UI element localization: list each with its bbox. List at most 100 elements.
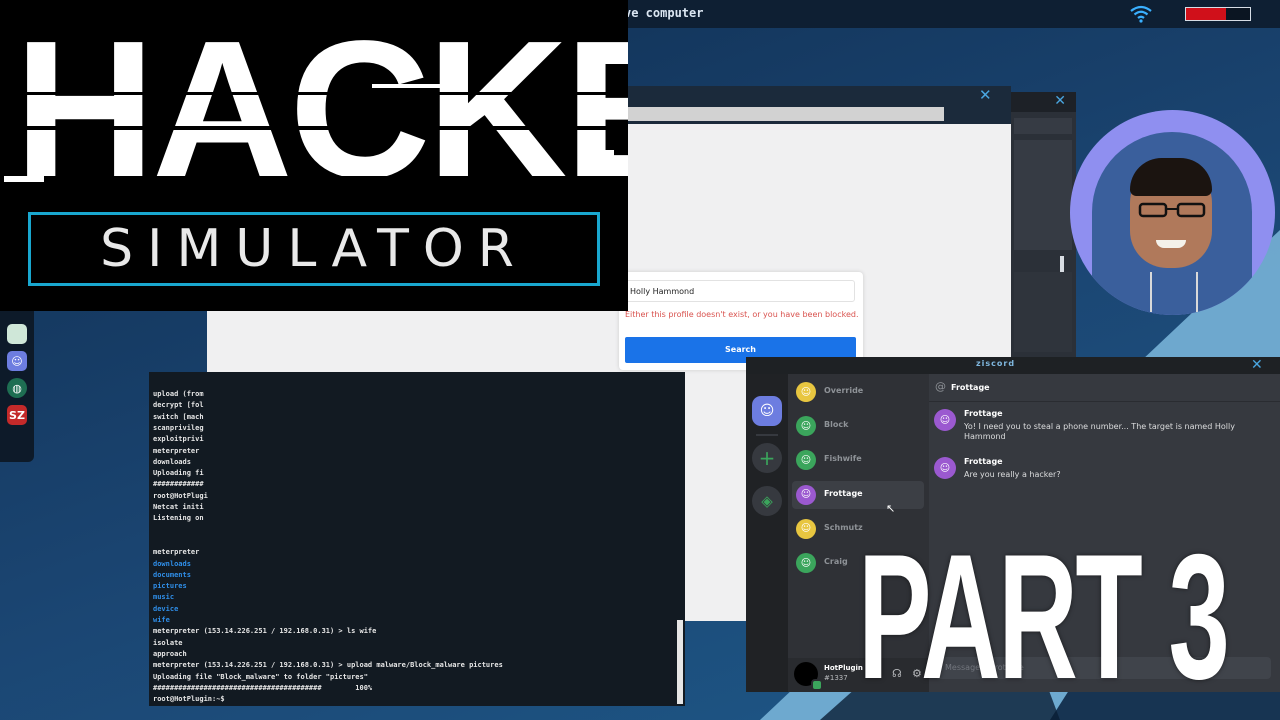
terminal-line: meterpreter (153.14.226.251 / 192.168.0.… xyxy=(153,627,377,636)
profile-error-message: Either this profile doesn't exist, or yo… xyxy=(625,310,859,319)
webcam-overlay xyxy=(1070,110,1275,315)
terminal-line: downloads xyxy=(153,559,191,568)
dm-item[interactable]: ☺ Frottage xyxy=(792,480,924,509)
dm-item[interactable]: ☺ Override xyxy=(792,378,924,406)
glitch-line xyxy=(0,92,628,95)
sz-icon[interactable]: SZ xyxy=(7,405,27,425)
background-window: ✕ xyxy=(1010,92,1076,358)
part-overlay-text: PART 3 xyxy=(858,517,1230,716)
terminal-line: ############ xyxy=(153,480,204,489)
notes-icon[interactable] xyxy=(7,324,27,344)
battery-fill xyxy=(1186,8,1226,20)
terminal-scrollbar[interactable] xyxy=(675,620,683,704)
chat-header: @ Frottage xyxy=(929,374,1280,402)
terminal-line: root@HotPlugin:~$ xyxy=(153,695,225,704)
terminal-line: Uploading file "Block_malware" to folder… xyxy=(153,672,368,681)
terminal-line: music xyxy=(153,593,175,602)
terminal-line: meterpreter xyxy=(153,446,200,455)
hoodie-strings xyxy=(1150,272,1198,312)
profile-search-card: Holly Hammond Either this profile doesn'… xyxy=(619,272,863,370)
terminal-line: meterpreter (153.14.226.251 / 192.168.0.… xyxy=(153,661,503,670)
glitch-line xyxy=(596,150,614,156)
message-avatar-icon: ☺ xyxy=(934,457,956,479)
close-icon[interactable]: ✕ xyxy=(979,86,992,104)
glitch-line xyxy=(4,176,44,182)
terminal-line: approach xyxy=(153,649,187,658)
terminal-line: documents xyxy=(153,570,191,579)
terminal-line: wife xyxy=(153,616,170,624)
dm-item[interactable]: ☺ Fishwife xyxy=(792,446,924,474)
panel-block xyxy=(1014,140,1072,250)
close-icon[interactable]: ✕ xyxy=(1054,93,1066,109)
terminal-line: Listening on xyxy=(153,514,204,523)
dock: ☺ ◍ SZ xyxy=(0,300,34,462)
panel-row xyxy=(1014,118,1072,134)
server-rail: ☺ + ◈ xyxy=(746,374,788,692)
ziscord-titlebar: ziscord ✕ xyxy=(746,357,1280,374)
battery-indicator xyxy=(1185,7,1251,21)
profile-search-input[interactable]: Holly Hammond xyxy=(625,280,855,302)
compass-icon[interactable]: ◈ xyxy=(752,486,782,516)
contact-avatar-icon: ☺ xyxy=(796,518,816,539)
mouse-cursor-icon: ↖ xyxy=(886,502,896,515)
user-tag: #1337 xyxy=(824,674,848,682)
glasses-icon xyxy=(1138,202,1206,218)
panel-block xyxy=(1014,272,1072,352)
dm-item-name: Fishwife xyxy=(824,454,862,464)
sz-label: SZ xyxy=(9,408,25,422)
glitch-line xyxy=(0,176,628,181)
dm-item-name: Override xyxy=(824,386,864,395)
dm-item-name: Schmutz xyxy=(824,522,863,532)
terminal-window[interactable]: upload (from decrypt [fol switch [mach scan… xyxy=(149,372,685,706)
globe-icon[interactable]: ◍ xyxy=(7,378,27,398)
logo-subtitle: SIMULATOR xyxy=(100,219,528,279)
contact-avatar-icon: ☺ xyxy=(796,382,816,402)
dm-item-name: Frottage xyxy=(824,488,863,498)
ziscord-icon[interactable]: ☺ xyxy=(7,351,27,371)
terminal-line: decrypt [fol xyxy=(153,401,204,410)
message-text: Are you really a hacker? xyxy=(964,470,1061,479)
dm-item-name: Craig xyxy=(824,557,848,566)
game-logo: HACKER SIMULATOR xyxy=(0,0,628,311)
terminal-line: switch [mach xyxy=(153,412,204,421)
online-status-icon xyxy=(811,679,823,691)
contact-avatar-icon: ☺ xyxy=(796,450,816,471)
close-icon[interactable]: ✕ xyxy=(1251,357,1263,373)
add-server-icon[interactable]: + xyxy=(752,443,782,473)
terminal-line: device xyxy=(153,604,179,613)
dm-item[interactable]: ☺ Block xyxy=(792,412,924,440)
hair xyxy=(1130,158,1212,196)
terminal-line: scanprivileg xyxy=(153,423,204,432)
smile xyxy=(1156,240,1186,248)
terminal-line: downloads xyxy=(153,457,191,466)
window-titlebar xyxy=(628,86,1011,104)
rail-separator xyxy=(756,434,778,436)
dm-item-name: Block xyxy=(824,420,849,430)
message-author: Frottage xyxy=(964,409,1003,418)
wifi-icon[interactable] xyxy=(1130,5,1152,23)
terminal-line: Netcat initi xyxy=(153,503,204,511)
message-author: Frottage xyxy=(964,457,1003,466)
terminal-line: ########################################… xyxy=(153,683,373,692)
glitch-line xyxy=(372,84,442,88)
terminal-line: root@HotPlugi xyxy=(153,491,208,500)
terminal-line: isolate xyxy=(153,638,183,647)
window-title: ve computer xyxy=(624,6,704,20)
contact-avatar-icon: ☺ xyxy=(796,484,816,505)
message-avatar-icon: ☺ xyxy=(934,409,956,431)
contact-avatar-icon: ☺ xyxy=(796,553,816,573)
terminal-line: exploitprivi xyxy=(153,435,204,444)
terminal-line: upload (from xyxy=(153,390,204,398)
terminal-line: pictures xyxy=(153,582,187,591)
ziscord-title: ziscord xyxy=(976,359,1016,368)
ziscord-home-icon[interactable]: ☺ xyxy=(752,396,782,426)
terminal-line: meterpreter xyxy=(153,548,200,557)
terminal-line: Uploading fi xyxy=(153,469,204,478)
glitch-line xyxy=(0,126,628,130)
message-text: Yo! I need you to steal a phone number..… xyxy=(964,422,1235,441)
window-titlebar: ✕ xyxy=(1010,92,1076,112)
chat-header-name: Frottage xyxy=(951,383,990,392)
contact-avatar-icon: ☺ xyxy=(796,416,816,437)
url-bar[interactable] xyxy=(628,107,944,121)
at-icon: @ xyxy=(935,380,946,393)
